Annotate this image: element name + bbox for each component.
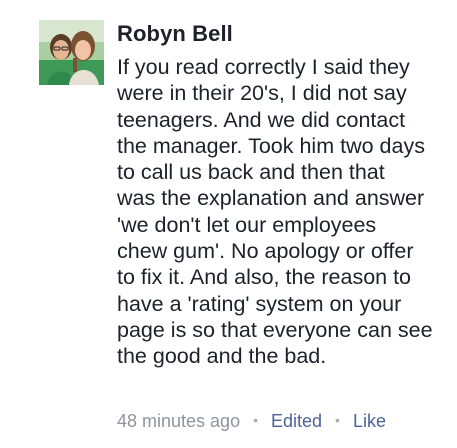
- comment-line: page is so that everyone can see: [117, 317, 433, 342]
- comment-line: the manager. Took him two days: [117, 133, 425, 158]
- avatar[interactable]: [39, 20, 104, 85]
- like-button[interactable]: Like: [353, 411, 386, 431]
- comment-line: have a 'rating' system on your: [117, 291, 402, 316]
- separator-dot: •: [335, 412, 340, 428]
- comment-meta: 48 minutes ago • Edited • Like: [117, 408, 386, 433]
- comment-line: were in their 20's, I did not say: [117, 81, 407, 106]
- comment-line: teenagers. And we did contact: [117, 107, 406, 132]
- comment-line: to call us back and then that: [117, 160, 385, 185]
- edited-link[interactable]: Edited: [271, 411, 322, 431]
- comment-line: 'we don't let our employees: [117, 212, 377, 237]
- comment-line: to fix it. And also, the reason to: [117, 265, 412, 290]
- author-name[interactable]: Robyn Bell: [117, 21, 233, 47]
- timestamp[interactable]: 48 minutes ago: [117, 411, 240, 431]
- comment-body: If you read correctly I said they were i…: [117, 54, 451, 370]
- comment: Robyn Bell If you read correctly I said …: [0, 0, 457, 448]
- comment-line: chew gum'. No apology or offer: [117, 239, 414, 264]
- comment-line: the good and the bad.: [117, 344, 327, 369]
- comment-line: If you read correctly I said they: [117, 55, 410, 79]
- comment-line: was the explanation and answer: [117, 186, 425, 211]
- separator-dot: •: [253, 412, 258, 428]
